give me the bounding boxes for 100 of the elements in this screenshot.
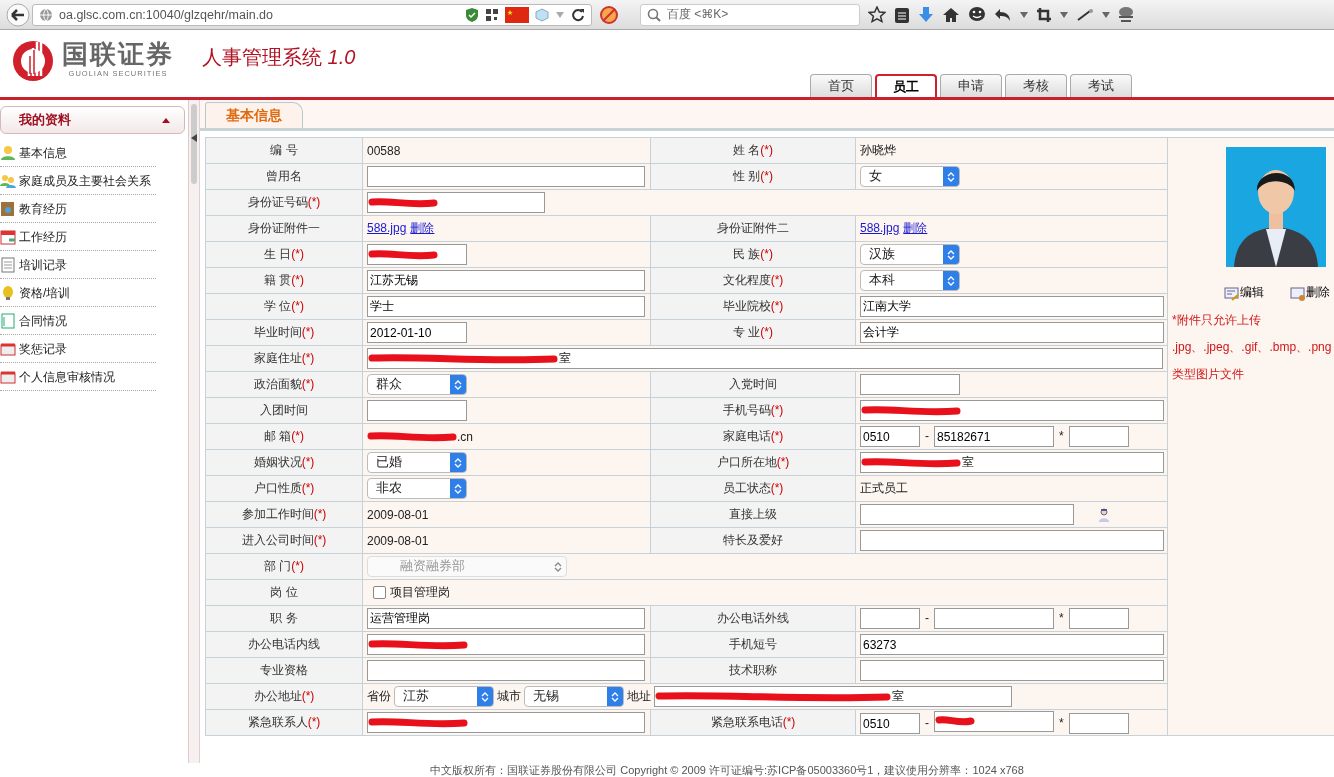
input-field[interactable] xyxy=(860,608,920,629)
stepper-icon xyxy=(554,560,562,573)
menu-icon[interactable] xyxy=(1118,5,1134,24)
field-label: 政治面貌(*) xyxy=(253,377,315,391)
dropdown-icon[interactable] xyxy=(1060,11,1068,18)
nav-tab[interactable]: 员工 xyxy=(875,74,937,97)
address-caption: 省份 xyxy=(367,688,391,705)
input-field[interactable] xyxy=(860,504,1074,525)
input-field[interactable] xyxy=(860,530,1164,551)
input-field[interactable] xyxy=(860,400,1164,421)
stepper-icon xyxy=(947,248,955,261)
home-icon[interactable] xyxy=(942,6,960,23)
separator-text: - xyxy=(925,428,929,443)
search-field[interactable]: 百度 <⌘K> xyxy=(640,3,860,26)
stepper-icon xyxy=(947,274,955,287)
dropdown-icon[interactable] xyxy=(1020,11,1028,18)
sidebar-item-icon xyxy=(0,145,16,161)
sidebar-item[interactable]: 培训记录 xyxy=(0,252,156,279)
input-field[interactable]: 63273 xyxy=(860,634,1164,655)
input-field[interactable] xyxy=(1068,608,1129,629)
collapse-arrow-icon[interactable] xyxy=(191,134,197,142)
field-label: 文化程度(*) xyxy=(722,273,784,287)
select-field[interactable]: 本科 xyxy=(860,270,960,291)
input-field[interactable]: 0510 xyxy=(860,713,920,735)
field-label: 入团时间 xyxy=(260,403,308,417)
nav-tab[interactable]: 申请 xyxy=(940,74,1002,97)
sidebar-item-icon xyxy=(0,341,16,357)
sidebar-item[interactable]: 基本信息 xyxy=(0,140,156,167)
input-field[interactable] xyxy=(367,192,545,213)
sidebar-item[interactable]: 个人信息审核情况 xyxy=(0,364,156,391)
edit-link[interactable]: 编辑 xyxy=(1224,284,1264,301)
nav-tab[interactable]: 考核 xyxy=(1005,74,1067,97)
star-icon[interactable] xyxy=(868,5,886,24)
input-field[interactable] xyxy=(367,166,645,187)
input-field[interactable] xyxy=(934,608,1054,629)
sidebar-item[interactable]: 工作经历 xyxy=(0,224,156,251)
address-bar[interactable]: oa.glsc.com.cn:10040/glzqehr/main.do xyxy=(32,3,592,26)
input-field[interactable]: 学士 xyxy=(367,296,645,317)
field-label: 姓 名(*) xyxy=(733,143,773,157)
shield-icon[interactable] xyxy=(465,6,479,23)
nav-tab[interactable]: 考试 xyxy=(1070,74,1132,97)
input-field[interactable]: 会计学 xyxy=(860,322,1164,343)
field-label: 户口性质(*) xyxy=(253,481,315,495)
flag-icon[interactable] xyxy=(505,6,529,23)
input-field[interactable] xyxy=(934,710,1054,732)
back-button[interactable] xyxy=(6,2,30,27)
input-field[interactable] xyxy=(860,660,1164,681)
download-icon[interactable] xyxy=(918,5,934,24)
input-field[interactable]: 0510 xyxy=(860,426,920,447)
input-field[interactable]: 运营管理岗 xyxy=(367,608,645,629)
select-field[interactable]: 非农 xyxy=(367,478,467,499)
file-link[interactable]: 588.jpg xyxy=(860,221,900,235)
splitter-handle[interactable] xyxy=(189,100,200,763)
sidebar-item[interactable]: 教育经历 xyxy=(0,196,156,223)
sidebar-item[interactable]: 奖惩记录 xyxy=(0,336,156,363)
input-field[interactable] xyxy=(367,660,645,681)
select-field[interactable]: 江苏 xyxy=(394,686,494,707)
blocked-icon[interactable] xyxy=(600,5,618,24)
field-label: 参加工作时间(*) xyxy=(241,507,327,521)
select-field[interactable]: 女 xyxy=(860,166,960,187)
sidebar-item[interactable]: 合同情况 xyxy=(0,308,156,335)
person-picker-icon[interactable] xyxy=(1098,507,1110,522)
reload-icon[interactable] xyxy=(571,7,585,22)
input-field[interactable] xyxy=(1068,713,1129,735)
wand-icon[interactable] xyxy=(1076,7,1094,22)
qr-code-icon[interactable] xyxy=(485,7,499,22)
select-field[interactable]: 汉族 xyxy=(860,244,960,265)
input-field[interactable]: 85182671 xyxy=(934,426,1054,447)
sidebar-header[interactable]: 我的资料 xyxy=(0,106,185,134)
input-field[interactable]: 江南大学 xyxy=(860,296,1164,317)
delete-link[interactable]: 删除 xyxy=(1290,284,1330,301)
input-field[interactable] xyxy=(367,244,467,265)
field-label: 婚姻状况(*) xyxy=(253,455,315,469)
input-field[interactable]: 江苏无锡 xyxy=(367,270,645,291)
dropdown-icon[interactable] xyxy=(1102,11,1110,18)
chat-icon[interactable] xyxy=(968,5,986,24)
file-link[interactable]: 588.jpg xyxy=(367,221,407,235)
input-field[interactable]: 室 xyxy=(654,686,1012,707)
input-field[interactable] xyxy=(1068,426,1129,447)
nav-tab[interactable]: 首页 xyxy=(810,74,872,97)
input-field[interactable] xyxy=(860,374,960,395)
upload-note: .jpg、.jpeg、.gif、.bmp、.png xyxy=(1172,339,1333,356)
delete-link[interactable]: 删除 xyxy=(410,221,435,235)
separator-text: - xyxy=(925,610,929,625)
sidebar-item[interactable]: 资格/培训 xyxy=(0,280,156,307)
select-field[interactable]: 无锡 xyxy=(524,686,624,707)
clipboard-icon[interactable] xyxy=(894,5,910,24)
input-field[interactable]: 2012-01-10 xyxy=(367,322,467,343)
input-field[interactable] xyxy=(367,634,645,655)
checkbox[interactable] xyxy=(373,585,386,599)
sidebar-item[interactable]: 家庭成员及主要社会关系 xyxy=(0,168,156,195)
delete-link[interactable]: 删除 xyxy=(903,221,928,235)
input-field[interactable]: 室 xyxy=(367,348,1163,369)
field-label: 家庭电话(*) xyxy=(722,429,784,443)
select-field[interactable]: 已婚 xyxy=(367,452,467,473)
input-field[interactable]: 室 xyxy=(860,452,1164,473)
select-field[interactable]: 群众 xyxy=(367,374,467,395)
input-field[interactable] xyxy=(367,712,645,733)
input-field[interactable] xyxy=(367,400,467,421)
crop-icon[interactable] xyxy=(1036,6,1052,23)
